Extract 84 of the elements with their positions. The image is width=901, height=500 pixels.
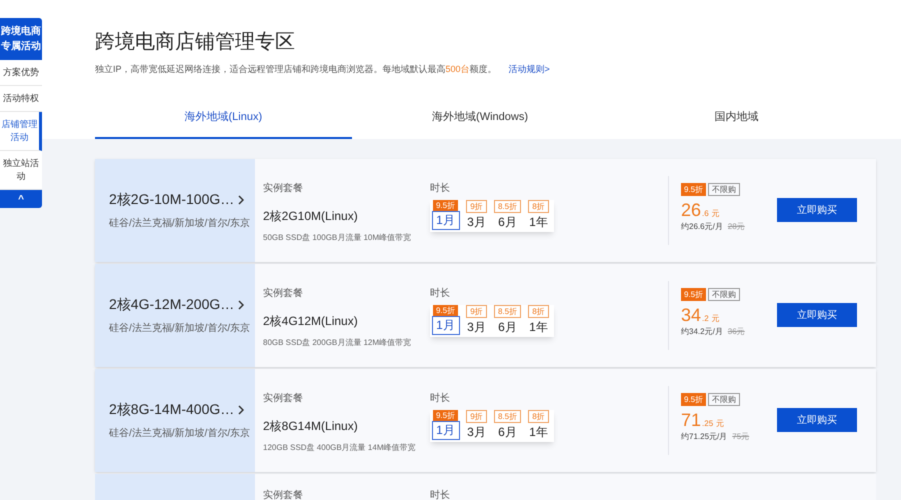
discount-tag: 8折 bbox=[528, 410, 549, 422]
price-currency: 元 bbox=[712, 312, 720, 324]
discount-tag: 8折 bbox=[528, 304, 549, 318]
price-decimal: .2 bbox=[702, 312, 709, 324]
plan-label: 实例套餐 bbox=[263, 392, 304, 406]
duration-option[interactable]: 6月 bbox=[494, 318, 522, 336]
discount-tag: 9.5折 bbox=[432, 200, 458, 210]
chevron-right-icon bbox=[238, 194, 244, 204]
sidebar-item[interactable]: 活动特权 bbox=[0, 86, 42, 112]
duration-option[interactable]: 1月 bbox=[432, 316, 460, 334]
duration-option[interactable]: 6月 bbox=[494, 422, 522, 442]
product-regions: 硅谷/法兰克福/新加坡/首尔/东京 bbox=[109, 322, 252, 336]
duration-option[interactable]: 1月 bbox=[432, 210, 460, 230]
discount-tag: 9折 bbox=[466, 200, 487, 212]
region-tab[interactable]: 海外地域(Linux) bbox=[95, 98, 352, 138]
collapse-button[interactable]: ^ bbox=[0, 190, 42, 208]
product-name: 2核2G-10M-100G… bbox=[109, 190, 234, 209]
plan-name: 2核8G14M(Linux) bbox=[263, 418, 359, 434]
price-integer: 34 bbox=[681, 304, 702, 326]
plan-spec: 80GB SSD盘 200GB月流量 12M峰值带宽 bbox=[263, 336, 412, 348]
discount-tag: 8.5折 bbox=[494, 200, 522, 212]
price-integer: 71 bbox=[681, 408, 702, 430]
price-currency: 元 bbox=[716, 418, 724, 430]
discount-tag: 8.5折 bbox=[494, 304, 522, 318]
discount-tag: 9.5折 bbox=[432, 410, 458, 420]
monthly-price: 约34.2元/月 bbox=[681, 326, 723, 338]
discount-tag: 9折 bbox=[466, 304, 487, 318]
sidebar-item[interactable]: 店铺管理活动 bbox=[0, 112, 42, 151]
limit-tag: 不限购 bbox=[708, 288, 740, 300]
duration-label: 时长 bbox=[430, 490, 450, 500]
duration-option[interactable]: 3月 bbox=[462, 422, 490, 442]
discount-tag: 9折 bbox=[466, 410, 487, 422]
price-integer: 26 bbox=[681, 198, 702, 220]
plan-spec: 50GB SSD盘 100GB月流量 10M峰值带宽 bbox=[263, 232, 412, 244]
price-currency: 元 bbox=[712, 208, 720, 220]
duration-option[interactable]: 3月 bbox=[462, 318, 490, 336]
plan-name: 2核4G12M(Linux) bbox=[263, 312, 359, 330]
discount-tag: 8折 bbox=[528, 200, 549, 212]
price-decimal: .25 bbox=[702, 418, 714, 430]
duration-label: 时长 bbox=[430, 392, 451, 406]
duration-option[interactable]: 1年 bbox=[524, 422, 552, 442]
product-name: 2核8G-14M-400G… bbox=[109, 400, 234, 419]
duration-label: 时长 bbox=[430, 182, 451, 196]
monthly-price: 约71.25元/月 bbox=[681, 430, 728, 442]
duration-option[interactable]: 3月 bbox=[462, 212, 490, 232]
duration-option[interactable]: 6月 bbox=[494, 212, 522, 232]
region-tab[interactable]: 海外地域(Windows) bbox=[352, 98, 608, 138]
duration-option[interactable]: 1月 bbox=[432, 420, 460, 440]
intro-text: 独立IP，高带宽低延迟网络连接，适合远程管理店铺和跨境电商浏览器。每地域默认最高500台额度。 bbox=[95, 63, 497, 76]
chevron-right-icon bbox=[238, 300, 244, 310]
plan-name: 2核2G10M(Linux) bbox=[263, 208, 359, 224]
original-price: 75元 bbox=[732, 430, 750, 442]
price-decimal: .6 bbox=[702, 208, 709, 220]
plan-label: 实例套餐 bbox=[263, 490, 303, 500]
page-title: 跨境电商店铺管理专区 bbox=[95, 30, 296, 55]
plan-spec: 120GB SSD盘 400GB月流量 14M峰值带宽 bbox=[263, 442, 416, 454]
limit-tag: 不限购 bbox=[708, 182, 740, 196]
discount-tag: 9.5折 bbox=[681, 288, 706, 300]
buy-now-button[interactable]: 立即购买 bbox=[777, 198, 857, 222]
sidebar-item[interactable]: 方案优势 bbox=[0, 60, 42, 86]
duration-label: 时长 bbox=[430, 286, 451, 300]
region-tab[interactable]: 国内地域 bbox=[608, 98, 866, 138]
discount-tag: 9.5折 bbox=[681, 392, 706, 406]
discount-tag: 8.5折 bbox=[494, 410, 522, 422]
plan-label: 实例套餐 bbox=[263, 286, 304, 300]
duration-option[interactable]: 1年 bbox=[524, 212, 552, 232]
rules-link[interactable]: 活动规则> bbox=[508, 63, 550, 76]
sidebar-item[interactable]: 独立站活动 bbox=[0, 151, 42, 190]
buy-now-button[interactable]: 立即购买 bbox=[777, 408, 857, 432]
original-price: 28元 bbox=[728, 220, 745, 232]
discount-tag: 9.5折 bbox=[432, 304, 458, 316]
product-regions: 硅谷/法兰克福/新加坡/首尔/东京 bbox=[109, 426, 252, 441]
monthly-price: 约26.6元/月 bbox=[681, 220, 723, 232]
product-regions: 硅谷/法兰克福/新加坡/首尔/东京 bbox=[109, 216, 252, 231]
chevron-right-icon bbox=[238, 404, 244, 414]
discount-tag: 9.5折 bbox=[681, 182, 706, 196]
original-price: 36元 bbox=[728, 326, 745, 338]
duration-option[interactable]: 1年 bbox=[524, 318, 552, 336]
limit-tag: 不限购 bbox=[708, 392, 740, 406]
product-name: 2核4G-12M-200G… bbox=[109, 295, 234, 314]
sidebar-title: 跨境电商 bbox=[1, 24, 41, 39]
plan-label: 实例套餐 bbox=[263, 182, 304, 196]
sidebar-title: 专属活动 bbox=[1, 40, 41, 54]
buy-now-button[interactable]: 立即购买 bbox=[777, 303, 857, 327]
